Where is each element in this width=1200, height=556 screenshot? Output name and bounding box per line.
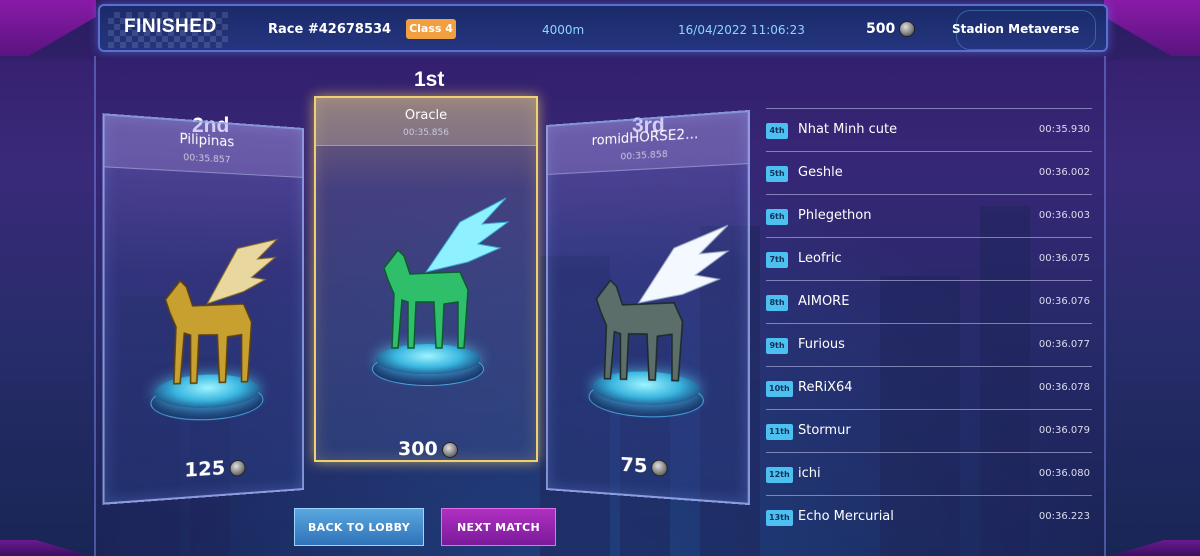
header-decoration xyxy=(956,10,1096,50)
result-row: 4th Nhat Minh cute 00:35.930 xyxy=(766,108,1092,151)
rank-badge: 11th xyxy=(766,424,793,440)
coin-icon xyxy=(651,458,669,477)
result-row: 12th ichi 00:36.080 xyxy=(766,452,1092,495)
next-match-button[interactable]: NEXT MATCH xyxy=(441,508,556,546)
race-id: Race #42678534 xyxy=(268,22,392,37)
result-row: 11th Stormur 00:36.079 xyxy=(766,409,1092,452)
race-datetime: 16/04/2022 11:06:23 xyxy=(678,23,805,37)
horse-name: AIMORE xyxy=(798,294,850,309)
coin-icon xyxy=(441,441,458,458)
horse-name: Leofric xyxy=(798,251,842,266)
result-row: 8th AIMORE 00:36.076 xyxy=(766,280,1092,323)
back-to-lobby-button[interactable]: BACK TO LOBBY xyxy=(294,508,424,546)
coin-icon xyxy=(899,21,916,37)
rank-badge: 8th xyxy=(766,295,788,311)
rank-badge: 9th xyxy=(766,338,788,354)
header-frame-left xyxy=(0,0,96,56)
race-status: FINISHED xyxy=(124,16,217,37)
rank-badge: 5th xyxy=(766,166,788,182)
finish-time: 00:36.075 xyxy=(1038,253,1090,264)
finish-time: 00:36.223 xyxy=(1038,511,1090,522)
horse-time: 00:35.856 xyxy=(403,128,449,138)
rank-badge: 6th xyxy=(766,209,788,225)
horse-icon xyxy=(383,197,510,349)
horse-name: Phlegethon xyxy=(798,208,872,223)
horse-name: ichi xyxy=(798,466,821,481)
horse-name: Echo Mercurial xyxy=(798,509,894,524)
finish-time: 00:36.077 xyxy=(1038,339,1090,350)
horse-icon xyxy=(577,221,732,393)
reward: 125 xyxy=(184,455,246,482)
header-frame-right xyxy=(1104,0,1200,56)
race-prize: 500 xyxy=(866,21,916,37)
podium-card-second: Pilipinas 00:35.857 125 xyxy=(102,113,304,505)
horse-name: Nhat Minh cute xyxy=(798,122,898,137)
horse-name: Stormur xyxy=(798,423,851,438)
horse-name: ReRiX64 xyxy=(798,380,853,395)
finish-time: 00:36.003 xyxy=(1038,210,1090,221)
rank-label-1st: 1st xyxy=(414,68,445,91)
reward: 300 xyxy=(398,438,458,460)
rank-badge: 12th xyxy=(766,467,793,483)
horse-name: Furious xyxy=(798,337,845,352)
finish-time: 00:36.078 xyxy=(1038,382,1090,393)
result-row: 6th Phlegethon 00:36.003 xyxy=(766,194,1092,237)
result-row: 9th Furious 00:36.077 xyxy=(766,323,1092,366)
race-header: FINISHED Race #42678534 Class 4 4000m 16… xyxy=(98,4,1108,52)
rank-badge: 7th xyxy=(766,252,788,268)
horse-icon xyxy=(144,225,287,395)
podium-card-first: Oracle 00:35.856 300 xyxy=(314,96,538,462)
result-row: 5th Geshle 00:36.002 xyxy=(766,151,1092,194)
finish-time: 00:36.076 xyxy=(1038,296,1090,307)
race-distance: 4000m xyxy=(542,23,585,37)
coin-icon xyxy=(229,458,246,477)
prize-amount: 500 xyxy=(866,21,896,37)
finish-time: 00:36.002 xyxy=(1038,167,1090,178)
result-row: 7th Leofric 00:36.075 xyxy=(766,237,1092,280)
rank-badge: 10th xyxy=(766,381,793,397)
horse-name: Oracle xyxy=(404,108,448,123)
finish-time: 00:36.080 xyxy=(1038,468,1090,479)
result-row: 13th Echo Mercurial 00:36.223 xyxy=(766,495,1092,538)
finish-time: 00:35.930 xyxy=(1038,124,1090,135)
finish-time: 00:36.079 xyxy=(1038,425,1090,436)
horse-name: Geshle xyxy=(798,165,843,180)
result-row: 10th ReRiX64 00:36.078 xyxy=(766,366,1092,409)
race-class-badge: Class 4 xyxy=(406,19,456,39)
reward: 75 xyxy=(620,453,669,479)
rank-badge: 13th xyxy=(766,510,793,526)
results-list: 4th Nhat Minh cute 00:35.930 5th Geshle 00:36… xyxy=(766,108,1092,556)
podium-card-third: romidHORSE2... 00:35.858 75 xyxy=(546,109,750,506)
rank-badge: 4th xyxy=(766,123,788,139)
